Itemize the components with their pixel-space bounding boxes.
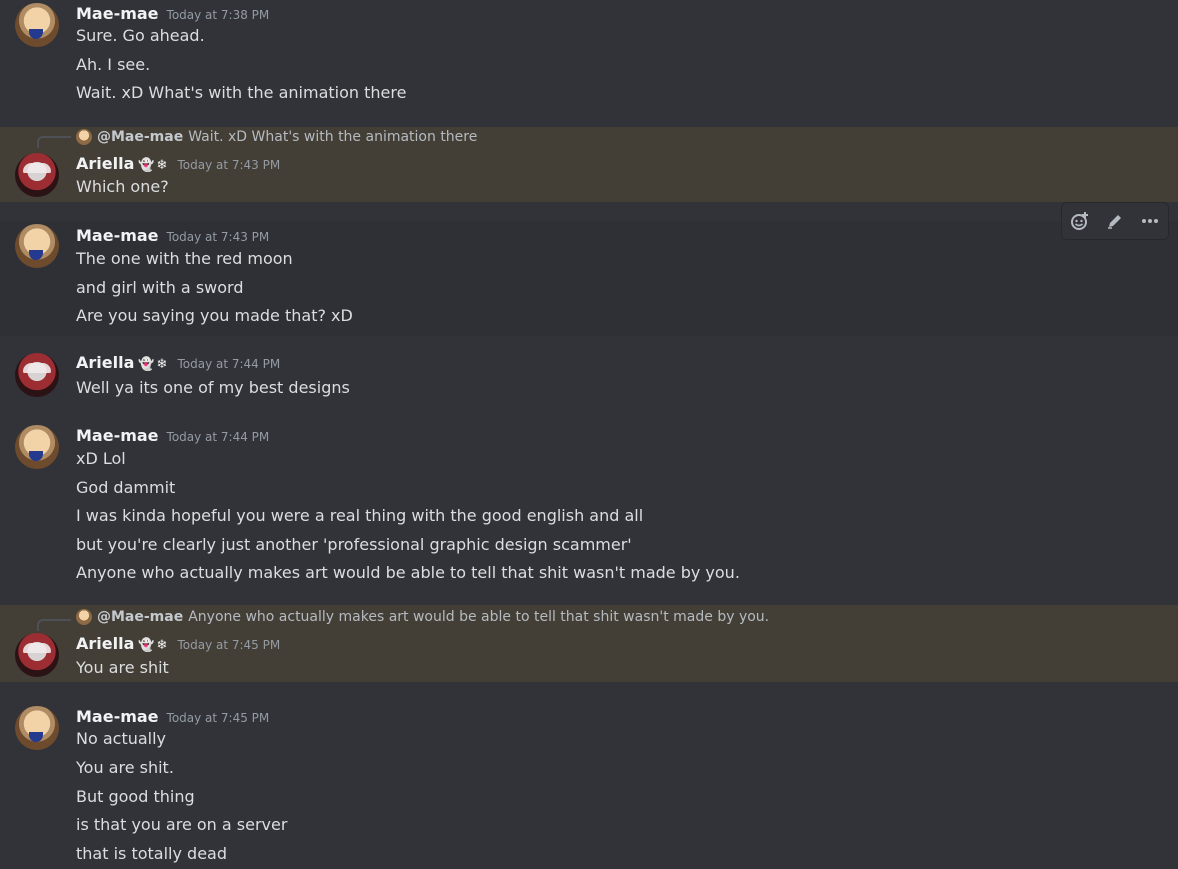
author-name[interactable]: Mae-mae — [76, 707, 159, 726]
author-name[interactable]: Ariella — [76, 154, 134, 173]
author-name[interactable]: Mae-mae — [76, 226, 159, 245]
author-name[interactable]: Mae-mae — [76, 426, 159, 445]
avatar[interactable] — [15, 633, 59, 677]
message-text: You are shit. — [76, 758, 174, 777]
message-text: Anyone who actually makes art would be a… — [76, 563, 740, 582]
timestamp: Today at 7:45 PM — [166, 711, 270, 725]
message-text: Sure. Go ahead. — [76, 26, 205, 45]
author-name[interactable]: Ariella — [76, 353, 134, 372]
message-text: but you're clearly just another 'profess… — [76, 535, 632, 554]
message-text: and girl with a sword — [76, 278, 244, 297]
timestamp: Today at 7:38 PM — [166, 8, 270, 22]
more-icon[interactable] — [1136, 207, 1164, 235]
avatar[interactable] — [15, 353, 59, 397]
avatar[interactable] — [15, 224, 59, 268]
timestamp: Today at 7:44 PM — [177, 357, 281, 371]
message-hover-toolbar — [1061, 202, 1169, 240]
message-text: Ah. I see. — [76, 55, 151, 74]
avatar[interactable] — [15, 153, 59, 197]
reply-preview[interactable]: @Mae-mae Wait. xD What's with the animat… — [76, 129, 477, 145]
message-text: xD Lol — [76, 449, 126, 468]
author-name[interactable]: Mae-mae — [76, 4, 159, 23]
message-group: Mae-mae Today at 7:45 PM No actually You… — [0, 703, 1178, 869]
message-text: But good thing — [76, 787, 195, 806]
message-text: Well ya its one of my best designs — [76, 378, 350, 397]
reply-preview[interactable]: @Mae-mae Anyone who actually makes art w… — [76, 609, 769, 625]
message-group: Mae-mae Today at 7:38 PM Sure. Go ahead.… — [0, 0, 1178, 125]
message-text: No actually — [76, 729, 167, 748]
reply-spine — [37, 136, 71, 148]
message-text: Which one? — [76, 177, 169, 196]
author-name[interactable]: Ariella — [76, 634, 134, 653]
message-text: is that you are on a server — [76, 815, 288, 834]
reply-avatar — [76, 609, 92, 625]
reply-text: Anyone who actually makes art would be a… — [188, 609, 770, 625]
message-group: Mae-mae Today at 7:44 PM xD Lol God damm… — [0, 423, 1178, 593]
timestamp: Today at 7:43 PM — [166, 230, 270, 244]
author-badges: 👻❄ — [138, 638, 170, 653]
reply-mention[interactable]: @Mae-mae — [97, 609, 183, 625]
author-badges: 👻❄ — [138, 357, 170, 372]
reply-mention[interactable]: @Mae-mae — [97, 129, 183, 145]
avatar[interactable] — [15, 3, 59, 47]
timestamp: Today at 7:43 PM — [177, 158, 281, 172]
message-text: Are you saying you made that? xD — [76, 306, 353, 325]
edit-icon[interactable] — [1101, 207, 1129, 235]
avatar[interactable] — [15, 706, 59, 750]
avatar[interactable] — [15, 425, 59, 469]
add-reaction-icon[interactable] — [1066, 207, 1094, 235]
message-group-mention: @Mae-mae Anyone who actually makes art w… — [0, 605, 1178, 682]
message-text: I was kinda hopeful you were a real thin… — [76, 506, 644, 525]
reply-text: Wait. xD What's with the animation there — [188, 129, 478, 145]
timestamp: Today at 7:44 PM — [166, 430, 270, 444]
message-group-hovered: Mae-mae Today at 7:43 PM The one with th… — [0, 221, 1178, 336]
message-text: The one with the red moon — [76, 249, 293, 268]
author-badges: 👻❄ — [138, 158, 170, 173]
message-text: Wait. xD What's with the animation there — [76, 83, 407, 102]
message-text: You are shit — [76, 658, 169, 677]
message-group-mention: @Mae-mae Wait. xD What's with the animat… — [0, 127, 1178, 202]
message-group: Ariella 👻❄ Today at 7:44 PM Well ya its … — [0, 350, 1178, 410]
message-text: that is totally dead — [76, 844, 227, 863]
reply-spine — [37, 619, 71, 631]
reply-avatar — [76, 129, 92, 145]
message-text: God dammit — [76, 478, 176, 497]
timestamp: Today at 7:45 PM — [177, 638, 281, 652]
